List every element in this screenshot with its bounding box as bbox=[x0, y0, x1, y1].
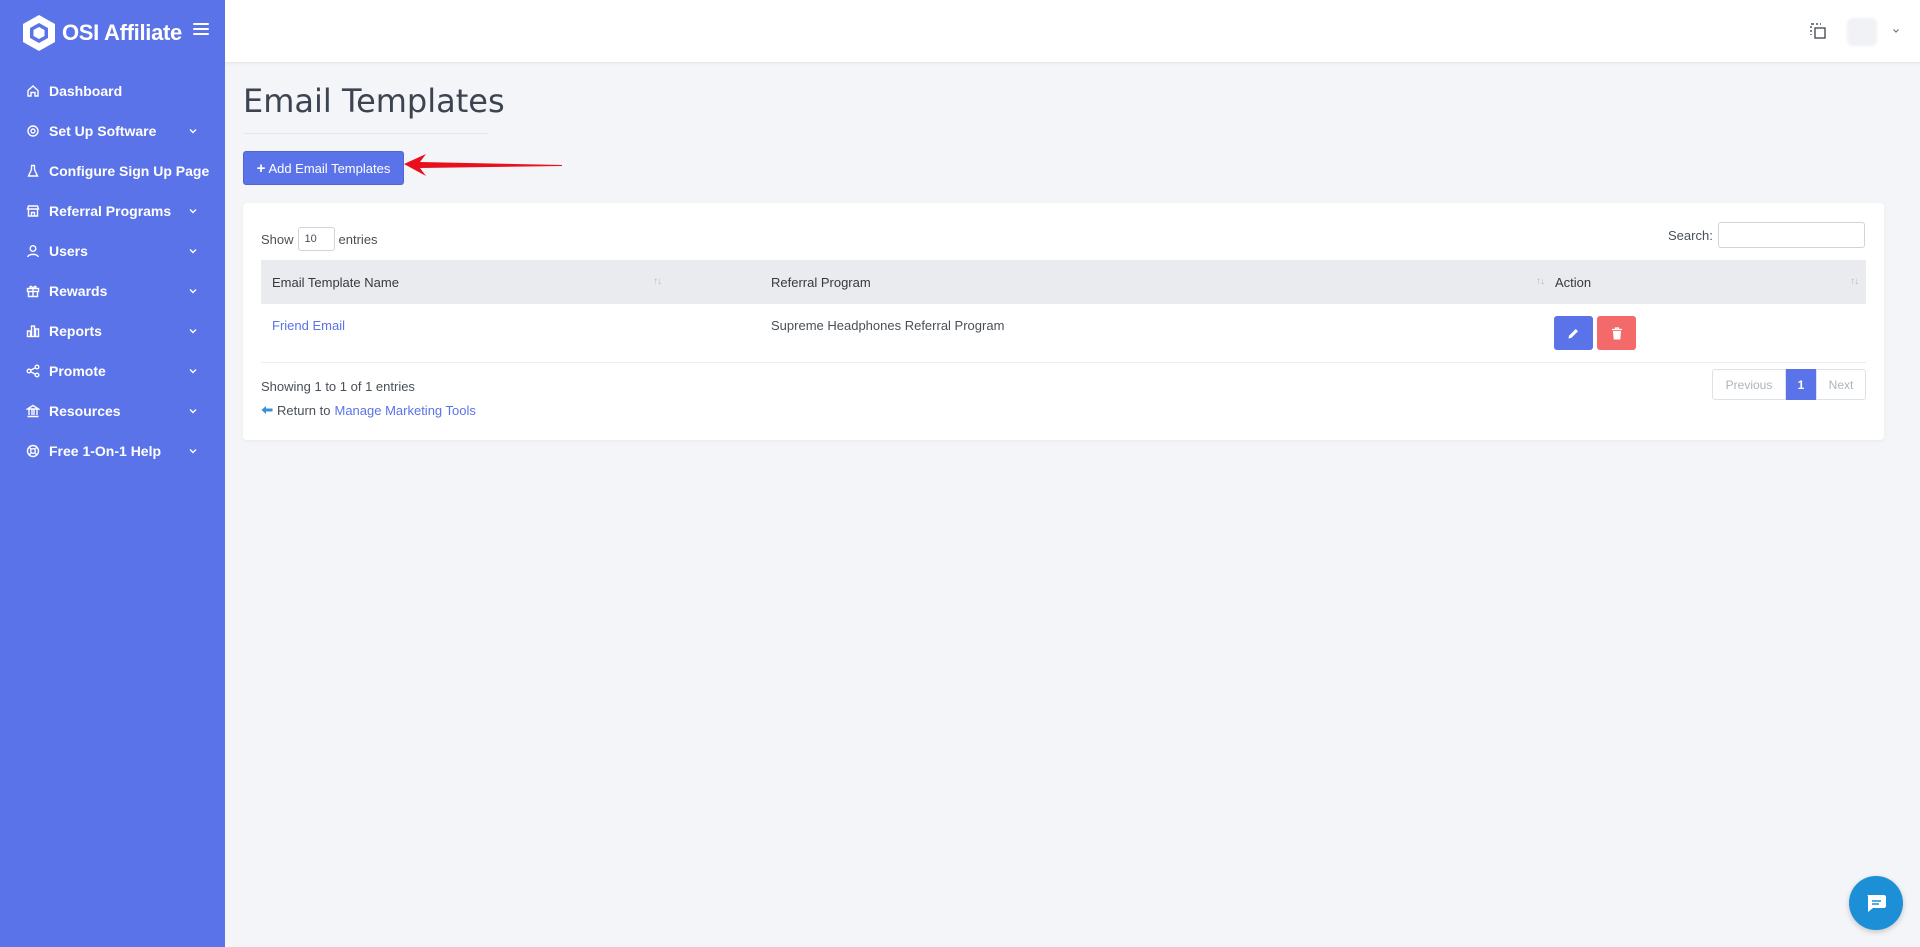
manage-marketing-tools-link[interactable]: Manage Marketing Tools bbox=[334, 403, 475, 418]
brand-name: OSI Affiliate bbox=[62, 20, 182, 45]
sidebar-item-referral-programs[interactable]: Referral Programs bbox=[0, 191, 225, 231]
annotation-arrow-icon bbox=[404, 154, 562, 176]
chevron-down-icon bbox=[189, 289, 197, 294]
return-link-row: Return to Manage Marketing Tools bbox=[261, 403, 476, 418]
sidebar-item-free-help[interactable]: Free 1-On-1 Help bbox=[0, 431, 225, 471]
search-input[interactable] bbox=[1717, 222, 1865, 248]
sidebar-nav: Dashboard Set Up Software Configure Sign… bbox=[0, 71, 225, 471]
pencil-icon bbox=[1568, 328, 1578, 338]
pagination-next[interactable]: Next bbox=[1816, 369, 1866, 400]
email-templates-card: Show 10 entries Search: Email Template N… bbox=[243, 203, 1884, 440]
column-label: Email Template Name bbox=[272, 274, 399, 290]
user-icon bbox=[25, 244, 40, 259]
sidebar-item-label: Reports bbox=[49, 323, 102, 339]
page-length-select[interactable]: 10 bbox=[297, 227, 335, 251]
sidebar-item-label: Users bbox=[49, 243, 88, 259]
referral-program-cell: Supreme Headphones Referral Program bbox=[771, 318, 1005, 333]
pagination: Previous 1 Next bbox=[1712, 369, 1866, 400]
template-name-link[interactable]: Friend Email bbox=[272, 318, 345, 333]
email-templates-table: Email Template Name ↑↓ Referral Program … bbox=[261, 260, 1866, 363]
flask-icon bbox=[25, 164, 40, 179]
pagination-previous[interactable]: Previous bbox=[1712, 369, 1786, 400]
arrow-left-icon bbox=[261, 406, 273, 414]
table-header: Email Template Name ↑↓ Referral Program … bbox=[261, 260, 1866, 304]
add-button-label: Add Email Templates bbox=[268, 160, 391, 176]
sidebar-item-resources[interactable]: Resources bbox=[0, 391, 225, 431]
sort-icon[interactable]: ↑↓ bbox=[653, 276, 662, 287]
lifebuoy-icon bbox=[25, 444, 40, 459]
bar-chart-icon bbox=[25, 324, 40, 339]
search-label: Search: bbox=[1668, 227, 1713, 243]
column-header-email-template-name[interactable]: Email Template Name bbox=[272, 260, 399, 304]
menu-toggle-icon[interactable] bbox=[193, 23, 209, 37]
trash-icon bbox=[1611, 326, 1622, 339]
show-label: Show bbox=[261, 231, 294, 247]
page-title: Email Templates bbox=[243, 82, 505, 120]
sidebar-item-set-up-software[interactable]: Set Up Software bbox=[0, 111, 225, 151]
column-header-referral-program[interactable]: Referral Program bbox=[771, 260, 871, 304]
page-length-control: Show 10 entries bbox=[261, 227, 378, 251]
chevron-down-icon bbox=[189, 129, 197, 134]
sidebar: OSI Affiliate Dashboard Set Up Software … bbox=[0, 0, 225, 947]
home-icon bbox=[25, 84, 40, 99]
brand[interactable]: OSI Affiliate bbox=[22, 14, 182, 52]
avatar[interactable] bbox=[1847, 18, 1877, 46]
entries-label: entries bbox=[338, 231, 378, 247]
store-icon bbox=[25, 204, 40, 219]
sort-icon[interactable]: ↑↓ bbox=[1850, 276, 1859, 287]
bank-icon bbox=[25, 404, 40, 419]
chat-widget-button[interactable] bbox=[1849, 876, 1903, 930]
chevron-down-icon[interactable] bbox=[1892, 27, 1900, 35]
sidebar-item-dashboard[interactable]: Dashboard bbox=[0, 71, 225, 111]
sidebar-item-label: Set Up Software bbox=[49, 123, 157, 139]
chevron-down-icon bbox=[189, 249, 197, 254]
table-row: Friend Email Supreme Headphones Referral… bbox=[261, 304, 1866, 363]
sidebar-item-label: Configure Sign Up Page bbox=[49, 163, 210, 179]
table-info: Showing 1 to 1 of 1 entries bbox=[261, 379, 415, 394]
sidebar-item-label: Free 1-On-1 Help bbox=[49, 443, 162, 459]
osi-logo-icon bbox=[23, 15, 55, 51]
return-prefix: Return to bbox=[277, 403, 331, 418]
chevron-down-icon bbox=[189, 449, 197, 454]
chat-icon bbox=[1867, 895, 1886, 912]
settings-icon bbox=[25, 124, 40, 139]
sort-icon[interactable]: ↑↓ bbox=[1536, 276, 1545, 287]
chevron-down-icon bbox=[189, 209, 197, 214]
fullscreen-icon[interactable] bbox=[1809, 22, 1827, 40]
delete-button[interactable] bbox=[1597, 316, 1636, 350]
sidebar-item-label: Resources bbox=[49, 403, 121, 419]
topbar bbox=[225, 0, 1920, 63]
template-name-cell: Friend Email bbox=[272, 318, 345, 333]
column-label: Action bbox=[1555, 274, 1592, 290]
sidebar-item-configure-sign-up-page[interactable]: Configure Sign Up Page bbox=[0, 151, 225, 191]
sidebar-item-label: Dashboard bbox=[49, 83, 123, 99]
sidebar-item-label: Referral Programs bbox=[49, 203, 172, 219]
sidebar-item-users[interactable]: Users bbox=[0, 231, 225, 271]
chevron-down-icon bbox=[189, 369, 197, 374]
divider bbox=[243, 133, 488, 134]
sidebar-item-promote[interactable]: Promote bbox=[0, 351, 225, 391]
column-header-action[interactable]: Action bbox=[1555, 260, 1591, 304]
column-label: Referral Program bbox=[771, 274, 871, 290]
chevron-down-icon bbox=[189, 409, 197, 414]
share-icon bbox=[25, 364, 40, 379]
edit-button[interactable] bbox=[1554, 316, 1593, 350]
plus-icon: + bbox=[256, 159, 266, 177]
search-control: Search: bbox=[1668, 222, 1865, 248]
chevron-down-icon bbox=[189, 329, 197, 334]
sidebar-item-reports[interactable]: Reports bbox=[0, 311, 225, 351]
sidebar-item-label: Promote bbox=[49, 363, 106, 379]
sidebar-item-rewards[interactable]: Rewards bbox=[0, 271, 225, 311]
gift-icon bbox=[25, 284, 40, 299]
add-email-templates-button[interactable]: + Add Email Templates bbox=[243, 151, 404, 185]
pagination-page-1[interactable]: 1 bbox=[1786, 369, 1816, 400]
sidebar-item-label: Rewards bbox=[49, 283, 108, 299]
